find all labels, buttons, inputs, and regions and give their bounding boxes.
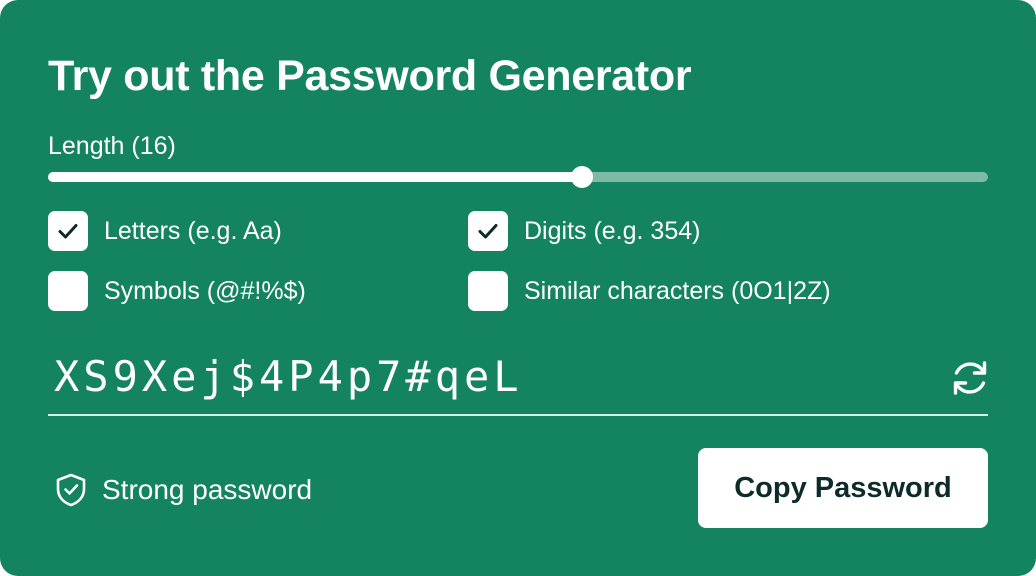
copy-password-button[interactable]: Copy Password: [698, 448, 988, 528]
password-strength: Strong password: [54, 470, 312, 510]
strength-label: Strong password: [102, 474, 313, 505]
password-generator-card: Try out the Password Generator Length (1…: [0, 0, 1036, 576]
length-slider[interactable]: [48, 164, 988, 190]
check-icon: [58, 224, 78, 239]
page-title: Try out the Password Generator: [48, 52, 692, 100]
shield-check-icon: [56, 473, 86, 507]
slider-fill: [48, 172, 582, 182]
symbols-option[interactable]: Symbols (@#!%$): [48, 271, 306, 311]
symbols-checkbox[interactable]: [48, 271, 88, 311]
symbols-label: Symbols (@#!%$): [104, 276, 306, 305]
letters-checkbox[interactable]: [48, 211, 88, 251]
letters-option[interactable]: Letters (e.g. Aa): [48, 211, 282, 251]
check-icon: [478, 224, 498, 239]
similar-characters-option[interactable]: Similar characters (0O1|2Z): [468, 271, 831, 311]
digits-checkbox[interactable]: [468, 211, 508, 251]
slider-thumb[interactable]: [570, 166, 593, 188]
similar-characters-checkbox[interactable]: [468, 271, 508, 311]
digits-option[interactable]: Digits (e.g. 354): [468, 211, 700, 251]
length-label: Length (16): [48, 132, 176, 160]
digits-label: Digits (e.g. 354): [524, 216, 701, 245]
similar-characters-label: Similar characters (0O1|2Z): [524, 276, 831, 305]
password-field[interactable]: XS9Xej$4P4p7#qeL: [48, 344, 988, 416]
password-value[interactable]: XS9Xej$4P4p7#qeL: [54, 352, 523, 401]
refresh-icon[interactable]: [948, 356, 992, 400]
letters-label: Letters (e.g. Aa): [104, 216, 282, 245]
